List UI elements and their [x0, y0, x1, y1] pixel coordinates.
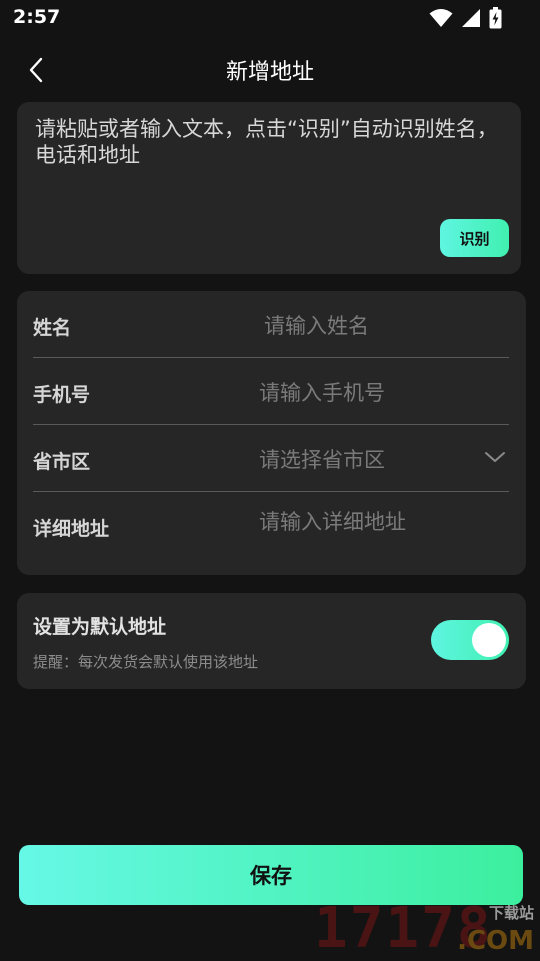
chevron-down-icon[interactable]	[483, 447, 507, 467]
detail-row[interactable]: 详细地址 请输入详细地址	[33, 492, 509, 558]
address-form: 姓名 请输入姓名 手机号 请输入手机号 省市区 请选择省市区 详细地址 请输入详…	[17, 291, 526, 575]
phone-row[interactable]: 手机号 请输入手机号	[33, 358, 509, 425]
status-time: 2:57	[13, 6, 61, 28]
status-bar: 2:57	[0, 0, 540, 36]
paste-text-placeholder: 请粘贴或者输入文本，点击“识别”自动识别姓名，电话和地址	[35, 117, 498, 167]
recognize-button[interactable]: 识别	[440, 219, 509, 257]
region-row[interactable]: 省市区 请选择省市区	[33, 425, 509, 492]
battery-charging-icon	[489, 7, 502, 29]
signal-icon	[462, 9, 480, 27]
default-address-card: 设置为默认地址 提醒：每次发货会默认使用该地址	[17, 593, 526, 689]
wifi-icon	[429, 9, 453, 27]
page-title: 新增地址	[225, 60, 314, 85]
toggle-knob	[472, 623, 506, 657]
watermark-domain: .COM	[457, 926, 534, 956]
phone-input[interactable]: 请输入手机号	[259, 377, 479, 407]
detail-input[interactable]: 请输入详细地址	[259, 506, 479, 536]
name-row[interactable]: 姓名 请输入姓名	[33, 291, 509, 358]
name-label: 姓名	[33, 317, 72, 339]
watermark-small-text: 下载站	[488, 904, 534, 922]
status-icons	[429, 7, 502, 29]
phone-label: 手机号	[33, 384, 91, 406]
detail-label: 详细地址	[33, 518, 110, 540]
region-label: 省市区	[33, 451, 91, 473]
app-header: 新增地址	[0, 42, 540, 96]
default-address-title: 设置为默认地址	[33, 616, 167, 638]
name-input[interactable]: 请输入姓名	[264, 310, 484, 340]
paste-text-area[interactable]: 请粘贴或者输入文本，点击“识别”自动识别姓名，电话和地址 识别	[17, 102, 521, 274]
region-select[interactable]: 请选择省市区	[259, 444, 479, 474]
watermark-logo: 17178 下载站 .COM	[314, 900, 536, 958]
default-address-toggle[interactable]	[431, 620, 509, 660]
default-address-hint: 提醒：每次发货会默认使用该地址	[33, 653, 259, 671]
